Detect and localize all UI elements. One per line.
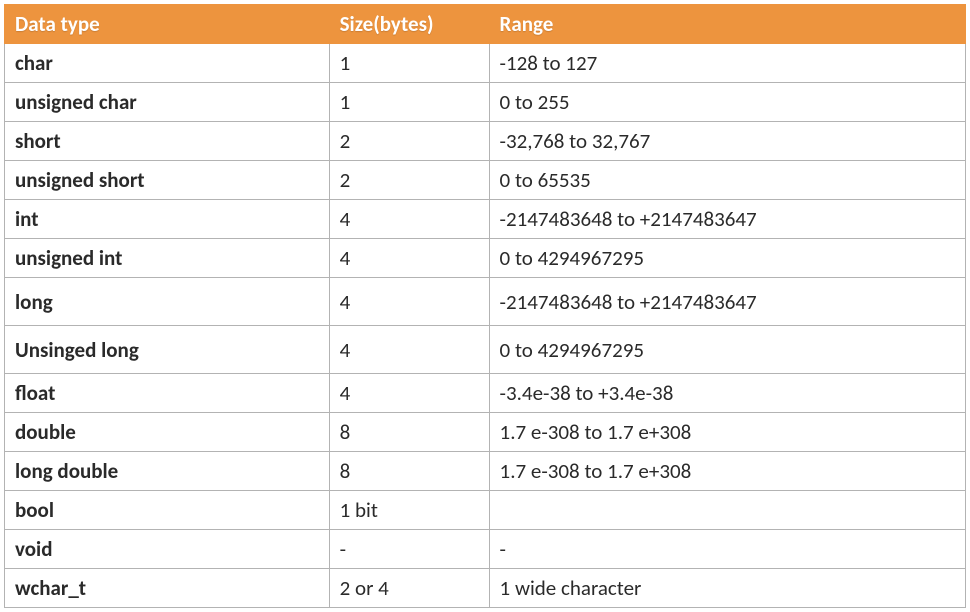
cell-size: 8 (329, 413, 489, 452)
header-range: Range (489, 5, 965, 44)
cell-type: long double (5, 452, 330, 491)
cell-size: 2 (329, 161, 489, 200)
table-row: int 4 -2147483648 to +2147483647 (5, 200, 966, 239)
cell-range: 0 to 4294967295 (489, 326, 965, 374)
cell-size: 2 or 4 (329, 569, 489, 608)
cell-range: 1.7 e-308 to 1.7 e+308 (489, 452, 965, 491)
cell-type: short (5, 122, 330, 161)
cell-type: Unsinged long (5, 326, 330, 374)
cell-size: 4 (329, 326, 489, 374)
table-header: Data type Size(bytes) Range (5, 5, 966, 44)
table-body: char 1 -128 to 127 unsigned char 1 0 to … (5, 44, 966, 608)
cell-type: float (5, 374, 330, 413)
header-data-type: Data type (5, 5, 330, 44)
cell-size: 4 (329, 278, 489, 326)
page-container: Data type Size(bytes) Range char 1 -128 … (0, 0, 970, 612)
table-row: wchar_t 2 or 4 1 wide character (5, 569, 966, 608)
cell-size: 1 bit (329, 491, 489, 530)
header-size-bytes: Size(bytes) (329, 5, 489, 44)
cell-range: -32,768 to 32,767 (489, 122, 965, 161)
cell-range: -3.4e-38 to +3.4e-38 (489, 374, 965, 413)
table-row: long 4 -2147483648 to +2147483647 (5, 278, 966, 326)
cell-size: 8 (329, 452, 489, 491)
cell-type: bool (5, 491, 330, 530)
table-row: void - - (5, 530, 966, 569)
cell-range: 0 to 4294967295 (489, 239, 965, 278)
cell-range (489, 491, 965, 530)
cell-range: 1.7 e-308 to 1.7 e+308 (489, 413, 965, 452)
table-row: unsigned int 4 0 to 4294967295 (5, 239, 966, 278)
cell-range: -128 to 127 (489, 44, 965, 83)
table-row: long double 8 1.7 e-308 to 1.7 e+308 (5, 452, 966, 491)
cell-range: -2147483648 to +2147483647 (489, 200, 965, 239)
cell-range: - (489, 530, 965, 569)
cell-size: 4 (329, 374, 489, 413)
cell-size: 1 (329, 44, 489, 83)
table-row: Unsinged long 4 0 to 4294967295 (5, 326, 966, 374)
cell-range: 1 wide character (489, 569, 965, 608)
table-row: short 2 -32,768 to 32,767 (5, 122, 966, 161)
cell-type: unsigned short (5, 161, 330, 200)
cell-range: 0 to 65535 (489, 161, 965, 200)
cell-type: char (5, 44, 330, 83)
table-row: float 4 -3.4e-38 to +3.4e-38 (5, 374, 966, 413)
cell-range: 0 to 255 (489, 83, 965, 122)
header-row: Data type Size(bytes) Range (5, 5, 966, 44)
table-row: bool 1 bit (5, 491, 966, 530)
table-row: double 8 1.7 e-308 to 1.7 e+308 (5, 413, 966, 452)
table-row: unsigned char 1 0 to 255 (5, 83, 966, 122)
data-types-table: Data type Size(bytes) Range char 1 -128 … (4, 4, 966, 608)
cell-type: void (5, 530, 330, 569)
table-row: char 1 -128 to 127 (5, 44, 966, 83)
cell-size: 4 (329, 239, 489, 278)
cell-type: int (5, 200, 330, 239)
table-row: unsigned short 2 0 to 65535 (5, 161, 966, 200)
cell-type: double (5, 413, 330, 452)
cell-type: unsigned int (5, 239, 330, 278)
cell-size: 1 (329, 83, 489, 122)
cell-size: - (329, 530, 489, 569)
cell-type: unsigned char (5, 83, 330, 122)
cell-type: long (5, 278, 330, 326)
cell-range: -2147483648 to +2147483647 (489, 278, 965, 326)
cell-size: 4 (329, 200, 489, 239)
cell-size: 2 (329, 122, 489, 161)
cell-type: wchar_t (5, 569, 330, 608)
